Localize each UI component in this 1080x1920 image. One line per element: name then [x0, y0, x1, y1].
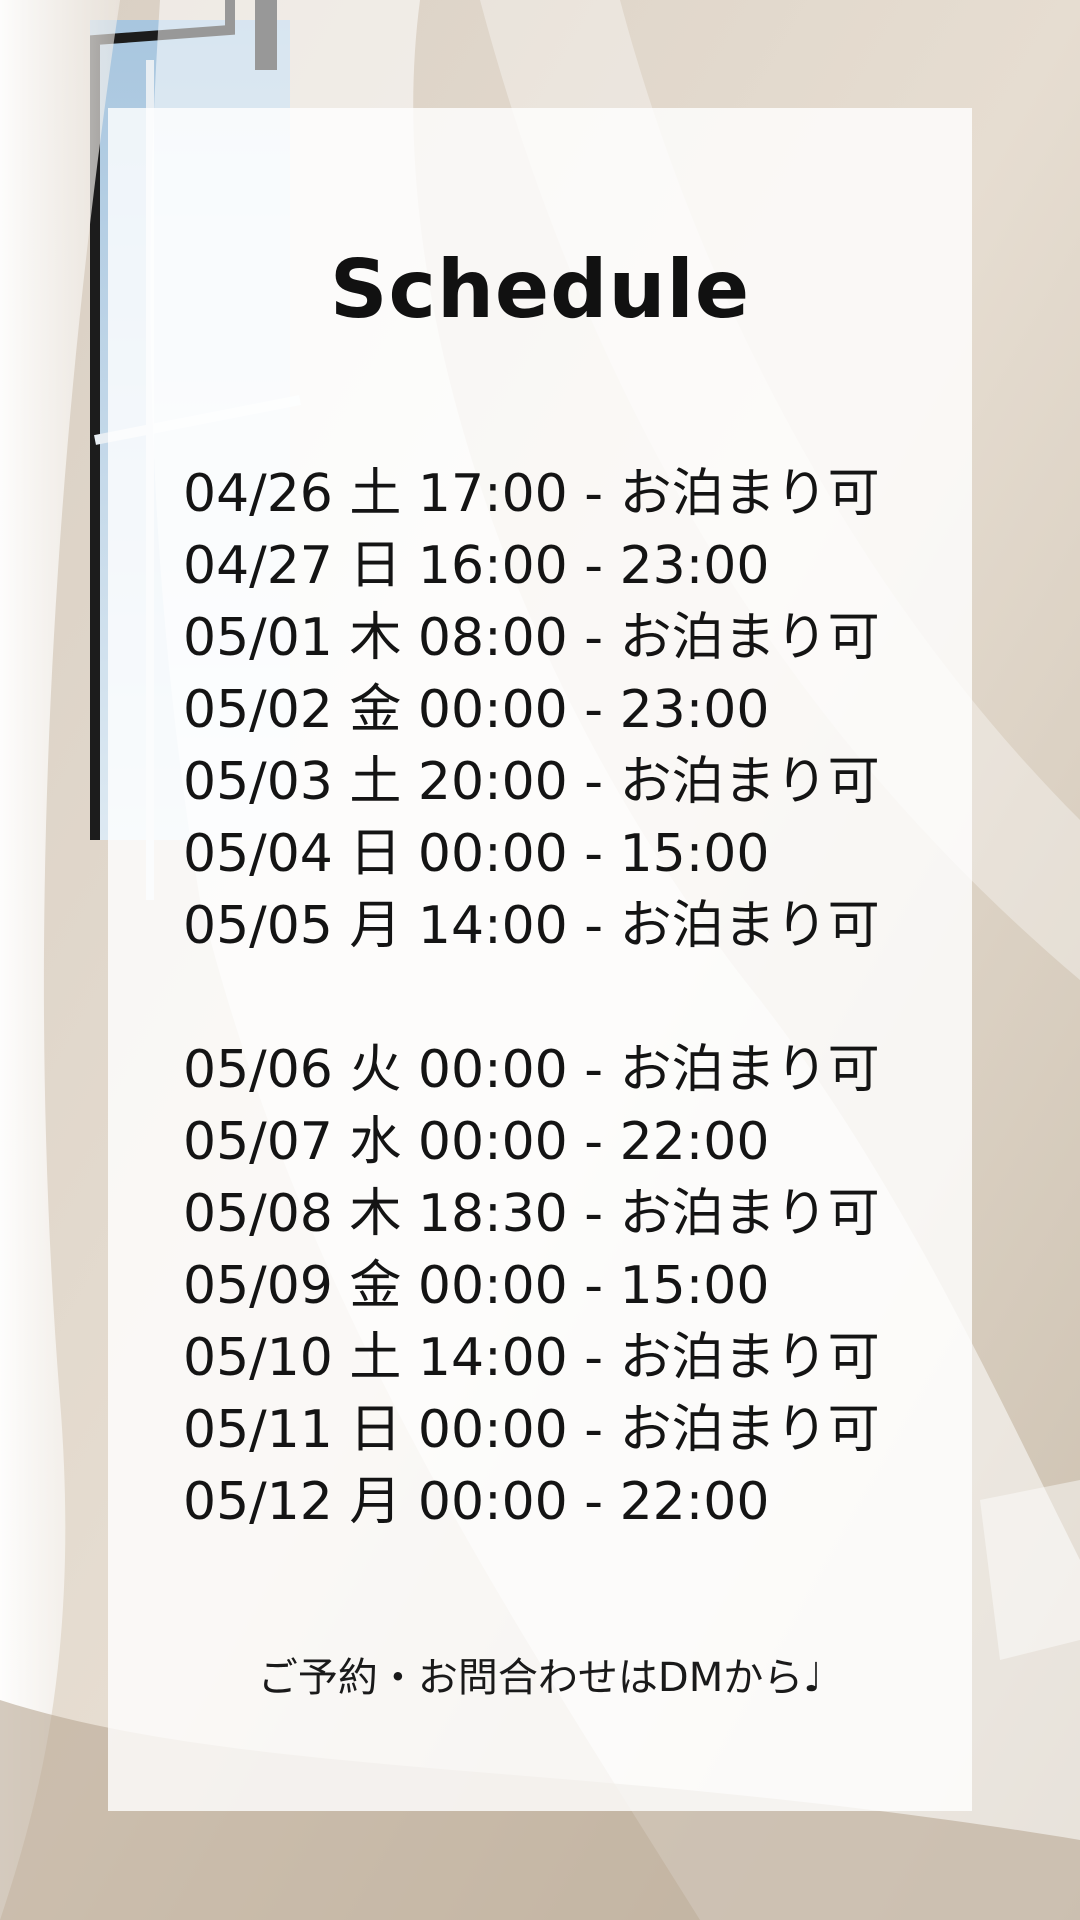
schedule-row: 05/01 木 08:00 - お泊まり可 [183, 608, 880, 668]
schedule-row: 05/05 月 14:00 - お泊まり可 [183, 896, 880, 956]
schedule-row: 05/06 火 00:00 - お泊まり可 [183, 1040, 880, 1100]
schedule-list: 04/26 土 17:00 - お泊まり可 04/27 日 16:00 - 23… [183, 458, 943, 1538]
story-canvas: Schedule 04/26 土 17:00 - お泊まり可 04/27 日 1… [0, 0, 1080, 1920]
schedule-row: 05/04 日 00:00 - 15:00 [183, 824, 770, 884]
schedule-row: 05/07 水 00:00 - 22:00 [183, 1112, 770, 1172]
schedule-row: 05/09 金 00:00 - 15:00 [183, 1256, 770, 1316]
booking-note: ご予約・お問合わせはDMから♩ [257, 1655, 823, 1701]
schedule-row: 04/27 日 16:00 - 23:00 [183, 536, 770, 596]
page-title: Schedule [329, 243, 751, 336]
schedule-spacer [183, 962, 943, 1034]
schedule-row: 05/12 月 00:00 - 22:00 [183, 1472, 770, 1532]
schedule-row: 05/02 金 00:00 - 23:00 [183, 680, 770, 740]
schedule-row: 05/08 木 18:30 - お泊まり可 [183, 1184, 880, 1244]
schedule-row: 05/10 土 14:00 - お泊まり可 [183, 1328, 880, 1388]
schedule-row: 04/26 土 17:00 - お泊まり可 [183, 464, 880, 524]
schedule-row: 05/11 日 00:00 - お泊まり可 [183, 1400, 880, 1460]
schedule-row: 05/03 土 20:00 - お泊まり可 [183, 752, 880, 812]
